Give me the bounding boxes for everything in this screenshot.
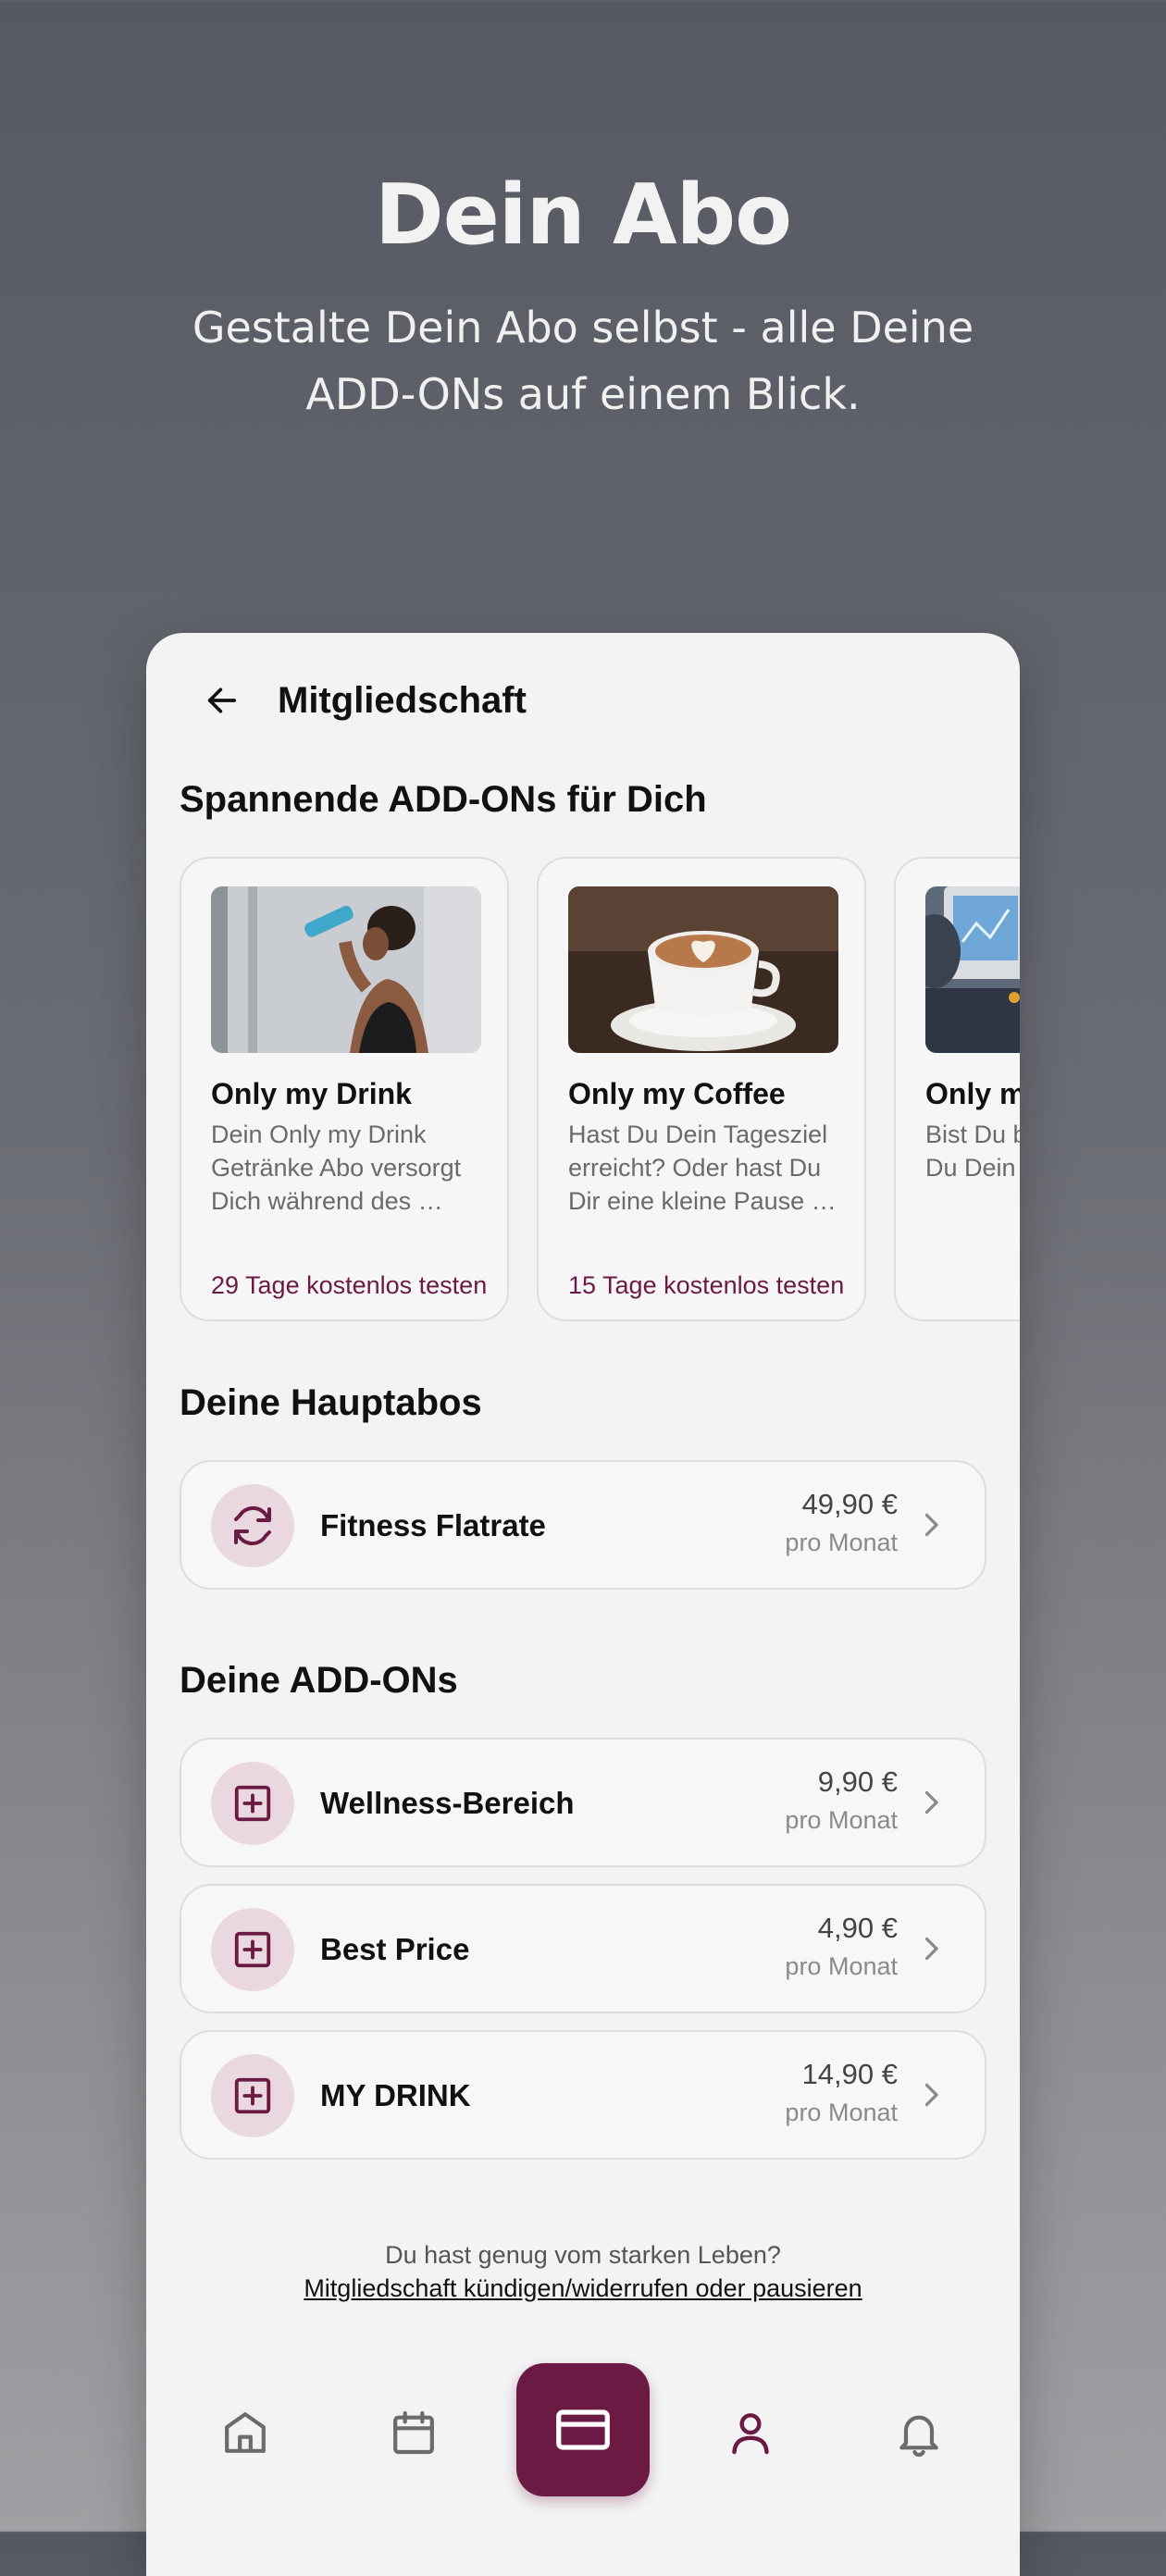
plus-square-icon — [234, 2077, 271, 2114]
plus-square-icon — [234, 1931, 271, 1968]
addon-price: 14,90 € — [801, 2058, 898, 2090]
nav-membership[interactable] — [516, 2363, 650, 2496]
addon-carousel[interactable]: Only my Drink Dein Only my Drink Getränk… — [180, 857, 1020, 1329]
calendar-icon — [393, 2410, 434, 2455]
chevron-right-icon — [924, 2083, 938, 2107]
top-bar: Mitgliedschaft — [194, 668, 527, 733]
bell-icon — [899, 2415, 938, 2458]
plan-icon-badge — [211, 1762, 294, 1845]
addon-card-training[interactable]: Only my Training Bist Du bereit? Möchtes… — [894, 857, 1020, 1321]
addon-period: pro Monat — [785, 2099, 898, 2126]
plan-row-fitness-flatrate[interactable]: Fitness Flatrate 49,90 € pro Monat — [180, 1460, 986, 1590]
addon-description: Hast Du Dein Tagesziel erreicht? Oder ha… — [568, 1121, 837, 1215]
addon-name: Only my Drink — [211, 1077, 412, 1110]
addon-card-coffee[interactable]: Only my Coffee Hast Du Dein Tagesziel er… — [537, 857, 866, 1321]
addon-image-drink — [211, 886, 481, 1053]
addon-image-training — [925, 886, 1020, 1053]
page-title: Mitgliedschaft — [278, 679, 527, 721]
phone-screen: Mitgliedschaft Spannende ADD-ONs für Dic… — [146, 633, 1020, 2576]
plan-icon-badge — [211, 1484, 294, 1567]
card-icon — [556, 2409, 610, 2450]
addon-name: Best Price — [320, 1932, 470, 1966]
plan-icon-badge — [211, 1908, 294, 1991]
nav-profile[interactable] — [700, 2363, 801, 2502]
cancel-question: Du hast genug vom starken Leben? — [385, 2241, 781, 2269]
addon-card-drink[interactable]: Only my Drink Dein Only my Drink Getränk… — [180, 857, 509, 1321]
addon-row-best-price[interactable]: Best Price 4,90 € pro Monat — [180, 1884, 986, 2013]
addon-period: pro Monat — [785, 1952, 898, 1980]
addon-row-wellness[interactable]: Wellness-Bereich 9,90 € pro Monat — [180, 1738, 986, 1867]
arrow-left-icon — [207, 687, 237, 713]
nav-home[interactable] — [194, 2363, 296, 2502]
home-icon — [225, 2412, 266, 2453]
plus-square-icon — [234, 1785, 271, 1822]
back-button[interactable] — [194, 673, 250, 728]
addon-name: Only my Training — [925, 1077, 1020, 1110]
plan-price: 49,90 € — [801, 1488, 898, 1520]
plan-name: Fitness Flatrate — [320, 1508, 546, 1542]
plan-icon-badge — [211, 2054, 294, 2137]
addon-description: Bist Du bereit? Möchtest Du Dein Trainin… — [925, 1121, 1020, 1182]
nav-notifications[interactable] — [868, 2363, 970, 2502]
chevron-right-icon — [924, 1513, 938, 1537]
refresh-icon — [234, 1505, 271, 1546]
addon-price: 4,90 € — [817, 1912, 898, 1944]
plan-period: pro Monat — [785, 1529, 898, 1556]
addon-image-coffee — [568, 886, 838, 1053]
bottom-nav — [146, 2363, 1020, 2502]
addon-price: 9,90 € — [817, 1765, 898, 1798]
addon-row-my-drink[interactable]: MY DRINK 14,90 € pro Monat — [180, 2030, 986, 2160]
chevron-right-icon — [924, 1937, 938, 1961]
addon-description: Dein Only my Drink Getränke Abo versorgt… — [211, 1121, 462, 1215]
user-icon — [732, 2413, 769, 2455]
nav-calendar[interactable] — [363, 2363, 465, 2502]
addon-trial-link[interactable]: 15 Tage kostenlos testen — [568, 1271, 844, 1300]
my-addons-section-title: Deine ADD-ONs — [180, 1660, 458, 1701]
addons-section-title: Spannende ADD-ONs für Dich — [180, 779, 707, 820]
hero-subtitle: Gestalte Dein Abo selbst - alle Deine AD… — [192, 303, 974, 419]
addon-period: pro Monat — [785, 1806, 898, 1834]
addon-name: Wellness-Bereich — [320, 1786, 575, 1820]
addon-name: MY DRINK — [320, 2078, 471, 2112]
addon-name: Only my Coffee — [568, 1077, 786, 1110]
cancel-membership-link[interactable]: Mitgliedschaft kündigen/widerrufen oder … — [146, 2274, 1020, 2303]
main-plans-section-title: Deine Hauptabos — [180, 1382, 482, 1423]
hero-title: Dein Abo — [375, 167, 792, 264]
chevron-right-icon — [924, 1790, 938, 1814]
addon-trial-link[interactable]: 29 Tage kostenlos testen — [211, 1271, 487, 1300]
